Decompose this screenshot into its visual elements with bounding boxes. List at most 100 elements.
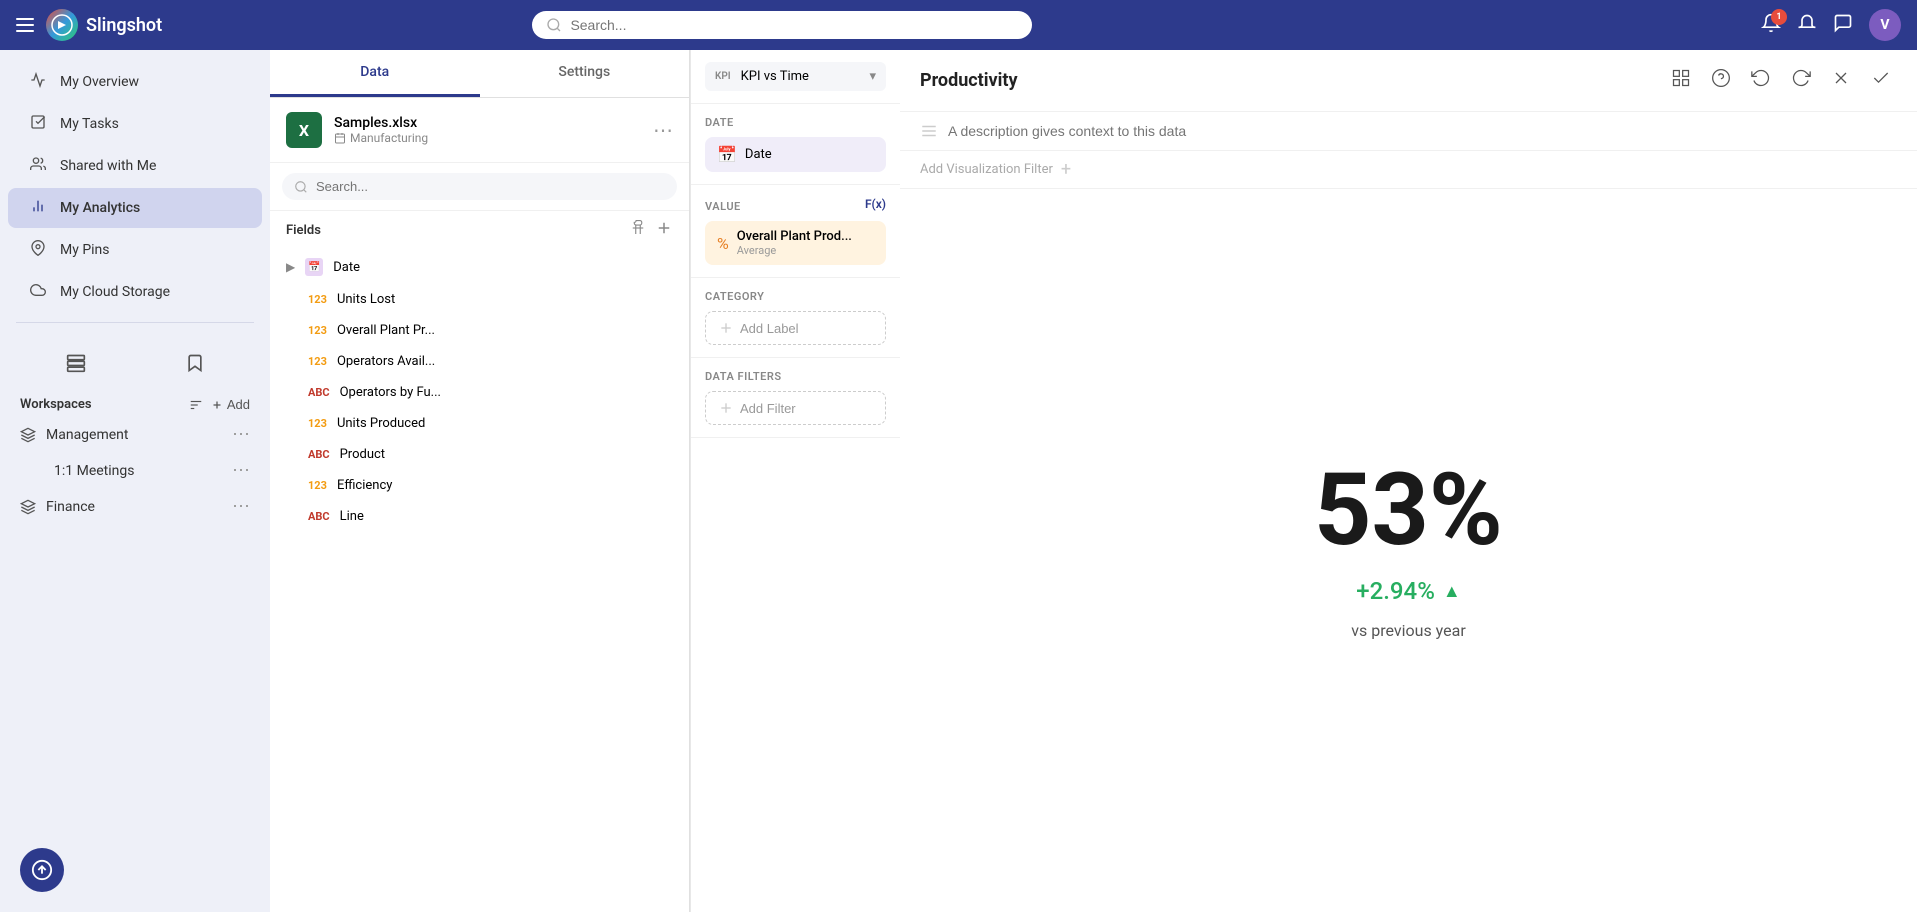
workspaces-actions: Add: [189, 397, 250, 412]
sidebar-bottom-icons: [0, 335, 270, 391]
messages-button[interactable]: [1833, 13, 1853, 38]
kpi-change-indicator: +2.94% ▲: [1356, 577, 1460, 605]
fab-button[interactable]: [20, 848, 64, 892]
logo-text: Slingshot: [86, 15, 162, 36]
sidebar-item-my-cloud-storage[interactable]: My Cloud Storage: [8, 272, 262, 312]
workspace-finance[interactable]: Finance ⋯: [0, 488, 270, 525]
value-field-chip[interactable]: % Overall Plant Prod... Average: [705, 221, 886, 265]
fields-header: Fields: [270, 211, 689, 250]
fx-button[interactable]: F(x): [865, 197, 886, 211]
overview-icon: [28, 72, 48, 92]
viz-main: 53% +2.94% ▲ vs previous year: [900, 189, 1917, 912]
category-section: CATEGORY Add Label: [691, 278, 900, 358]
sidebar-item-my-analytics[interactable]: My Analytics: [8, 188, 262, 228]
workspace-1on1-meetings[interactable]: 1:1 Meetings ⋯: [0, 453, 270, 488]
field-efficiency[interactable]: 123 Efficiency: [270, 470, 689, 501]
viz-description-area[interactable]: [900, 112, 1917, 151]
workspaces-toggle[interactable]: [16, 343, 135, 383]
fields-search-icon: [294, 180, 308, 194]
kpi-type-selector[interactable]: KPI KPI vs Time ▾: [705, 62, 886, 91]
field-overall-plant[interactable]: 123 Overall Plant Pr...: [270, 315, 689, 346]
sidebar-item-my-tasks[interactable]: My Tasks: [8, 104, 262, 144]
user-avatar[interactable]: V: [1869, 9, 1901, 41]
field-type-num-icon: 123: [308, 324, 327, 337]
field-date[interactable]: ▶ 📅 Date: [270, 250, 689, 284]
data-panel: Data Settings X Samples.xlsx Manufacturi…: [270, 50, 690, 912]
sidebar-item-my-pins[interactable]: My Pins: [8, 230, 262, 270]
field-expand-icon: ▶: [286, 260, 295, 274]
sidebar-item-shared-with-me[interactable]: Shared with Me: [8, 146, 262, 186]
kpi-change-label: vs previous year: [1351, 621, 1466, 640]
fields-add-button[interactable]: [655, 219, 673, 242]
notifications-button[interactable]: 1: [1761, 13, 1781, 38]
date-chip-icon: 📅: [717, 145, 737, 164]
search-icon: [546, 17, 562, 33]
date-section-title: DATE: [705, 116, 886, 129]
panel-tabs: Data Settings: [270, 50, 689, 98]
close-button[interactable]: [1825, 64, 1857, 97]
help-button[interactable]: [1705, 64, 1737, 97]
tasks-icon: [28, 114, 48, 134]
category-section-title: CATEGORY: [705, 290, 886, 303]
fields-search-input[interactable]: [316, 179, 665, 194]
main-content: Data Settings X Samples.xlsx Manufacturi…: [270, 50, 1917, 912]
undo-button[interactable]: [1745, 64, 1777, 97]
save-button[interactable]: [1865, 64, 1897, 97]
analytics-icon: [28, 198, 48, 218]
redo-button[interactable]: [1785, 64, 1817, 97]
field-units-lost[interactable]: 123 Units Lost: [270, 284, 689, 315]
management-more-icon[interactable]: ⋯: [232, 424, 250, 445]
fields-label: Fields: [286, 223, 321, 238]
pins-icon: [28, 240, 48, 260]
fields-list: ▶ 📅 Date 123 Units Lost 123 Overall Plan…: [270, 250, 689, 912]
field-type-abc-icon: ABC: [308, 448, 330, 461]
value-section: VALUE F(x) % Overall Plant Prod... Avera…: [691, 185, 900, 278]
search-input[interactable]: [570, 17, 1018, 33]
workspaces-label: Workspaces: [20, 397, 92, 412]
field-product[interactable]: ABC Product: [270, 439, 689, 470]
add-workspace-button[interactable]: Add: [211, 397, 250, 412]
add-visualization-filter-button[interactable]: Add Visualization Filter +: [920, 159, 1897, 180]
viz-filter-bar: Add Visualization Filter +: [900, 151, 1917, 189]
field-operators-by-fu[interactable]: ABC Operators by Fu...: [270, 377, 689, 408]
field-line[interactable]: ABC Line: [270, 501, 689, 532]
sidebar-item-my-overview[interactable]: My Overview: [8, 62, 262, 102]
bell-button[interactable]: [1797, 13, 1817, 38]
logo[interactable]: Slingshot: [46, 9, 162, 41]
viz-panel: Productivity: [900, 50, 1917, 912]
field-operators-avail[interactable]: 123 Operators Avail...: [270, 346, 689, 377]
notification-badge: 1: [1771, 9, 1787, 25]
shared-icon: [28, 156, 48, 176]
date-field-chip[interactable]: 📅 Date: [705, 137, 886, 172]
search-bar[interactable]: [532, 11, 1032, 39]
bookmarks-toggle[interactable]: [135, 343, 254, 383]
workspace-management[interactable]: Management ⋯: [0, 416, 270, 453]
kpi-section: KPI KPI vs Time ▾: [691, 50, 900, 104]
datasource-header: X Samples.xlsx Manufacturing ⋯: [270, 98, 689, 163]
grid-view-button[interactable]: [1665, 64, 1697, 97]
fields-search-area: [270, 163, 689, 211]
kpi-change-value: +2.94%: [1356, 577, 1435, 605]
topnav-actions: 1 V: [1761, 9, 1901, 41]
kpi-display-value: 53%: [1314, 461, 1503, 561]
viz-title: Productivity: [920, 70, 1653, 91]
field-type-date-icon: 📅: [305, 258, 323, 276]
field-type-abc-icon: ABC: [308, 510, 330, 523]
datasource-more-button[interactable]: ⋯: [653, 118, 673, 142]
sort-workspaces-button[interactable]: [189, 397, 203, 412]
tab-data[interactable]: Data: [270, 50, 480, 97]
finance-more-icon[interactable]: ⋯: [232, 496, 250, 517]
add-filter-button[interactable]: Add Filter: [705, 391, 886, 425]
1on1-more-icon[interactable]: ⋯: [232, 460, 250, 481]
tab-settings[interactable]: Settings: [480, 50, 690, 97]
topnav: Slingshot 1 V: [0, 0, 1917, 50]
add-label-button[interactable]: Add Label: [705, 311, 886, 345]
sidebar: My Overview My Tasks Shared with Me My A…: [0, 50, 270, 912]
kpi-change-arrow-icon: ▲: [1443, 581, 1461, 602]
description-input[interactable]: [948, 123, 1897, 139]
value-section-title: VALUE: [705, 200, 865, 213]
fields-brain-button[interactable]: [629, 219, 647, 242]
field-units-produced[interactable]: 123 Units Produced: [270, 408, 689, 439]
hamburger-menu[interactable]: [16, 18, 34, 32]
workspaces-header: Workspaces Add: [0, 391, 270, 416]
